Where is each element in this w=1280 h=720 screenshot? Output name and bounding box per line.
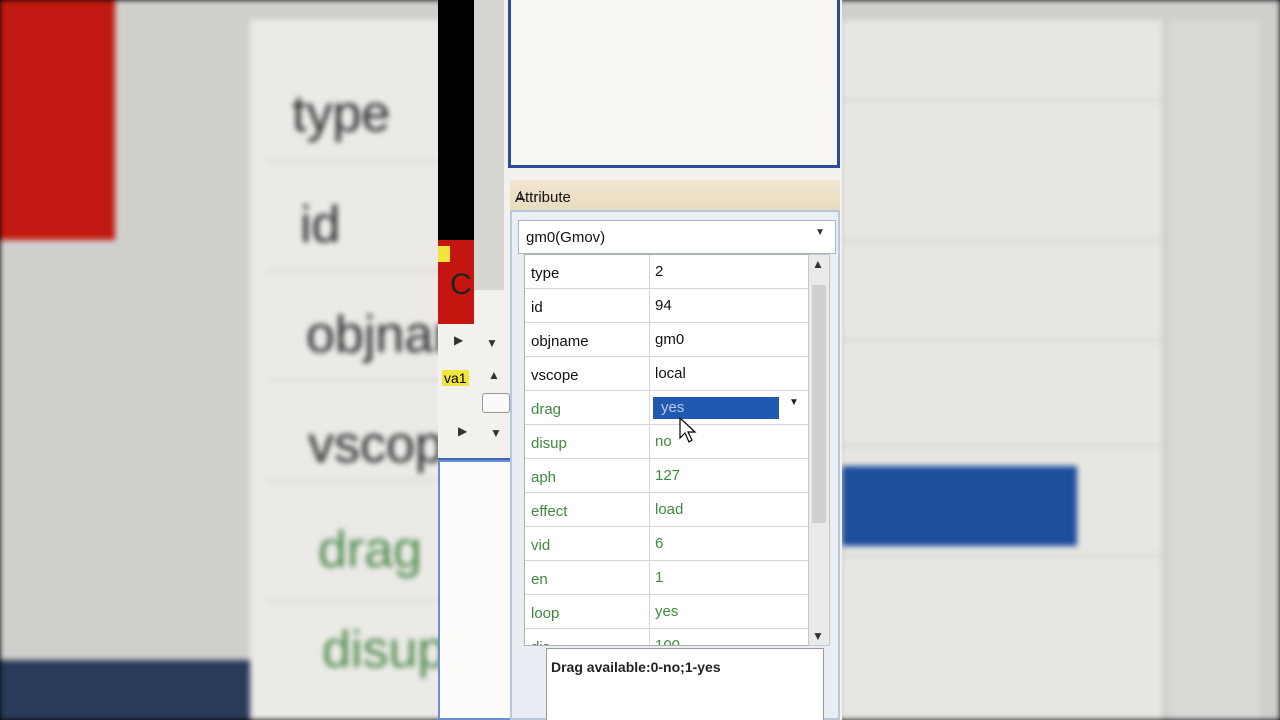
property-row[interactable]: dis100: [525, 629, 809, 645]
black-canvas-pane: [438, 0, 474, 240]
blurred-scrollbar: [1170, 20, 1260, 720]
pin-icon[interactable]: ⊥: [515, 188, 830, 204]
blurred-label-id: id: [300, 196, 341, 254]
play-arrow-icon[interactable]: ▶: [454, 333, 463, 347]
mouse-cursor-icon: [679, 416, 697, 443]
object-select-value: gm0(Gmov): [526, 229, 606, 246]
property-grid-scrollbar[interactable]: ▲ ▼: [808, 254, 830, 646]
attribute-panel-header: Attribute ⊥: [510, 180, 840, 210]
scroll-down-icon[interactable]: ▼: [812, 629, 824, 643]
object-select-dropdown[interactable]: gm0(Gmov) ▼: [518, 220, 836, 254]
blurred-label-objname: objname: [306, 306, 446, 364]
property-row[interactable]: type 2: [525, 255, 809, 289]
property-row[interactable]: disup no: [525, 425, 809, 459]
blurred-label-drag: drag: [318, 521, 423, 579]
play-arrow-icon-2[interactable]: ▶: [458, 424, 467, 438]
left-scrollbar[interactable]: [474, 0, 504, 290]
blurred-label-vscope: vscope: [308, 416, 448, 474]
variable-label: va1: [442, 370, 469, 386]
property-row[interactable]: loop yes: [525, 595, 809, 629]
chevron-down-icon[interactable]: ▼: [789, 397, 799, 408]
lower-pane: [438, 460, 518, 720]
scrollbar-thumb[interactable]: [812, 285, 826, 523]
property-description-box: Drag available:0-no;1-yes: [546, 648, 824, 720]
background-right-panel: [842, 20, 1162, 720]
property-row[interactable]: vscope local: [525, 357, 809, 391]
chevron-down-icon[interactable]: ▼: [486, 336, 498, 350]
app-window-strip: C ▶ ▼ va1 ▲ ▶ ▼ 📌 Attribute ⊥ gm0(Gmov) …: [438, 0, 842, 720]
property-row[interactable]: effect load: [525, 493, 809, 527]
property-row-selected[interactable]: drag yes ▼: [525, 391, 809, 425]
preview-pane: [508, 0, 840, 168]
property-row[interactable]: aph 127: [525, 459, 809, 493]
chevron-down-icon-2[interactable]: ▼: [490, 426, 502, 440]
property-row[interactable]: id 94: [525, 289, 809, 323]
chevron-down-icon[interactable]: ▼: [815, 227, 825, 238]
blurred-label-disup: disup: [322, 621, 447, 679]
property-row[interactable]: vid 6: [525, 527, 809, 561]
dark-panel-bar: [0, 660, 250, 720]
property-grid: type 2 id 94 objname gm0 vscope local drag ye…: [524, 254, 810, 646]
chevron-up-icon[interactable]: ▲: [488, 368, 500, 382]
scroll-up-icon[interactable]: ▲: [812, 257, 824, 271]
property-description: Drag available:0-no;1-yes: [551, 659, 721, 675]
red-variable-block: [0, 0, 115, 240]
property-row[interactable]: en 1: [525, 561, 809, 595]
property-row[interactable]: objname gm0: [525, 323, 809, 357]
list-icon[interactable]: [482, 393, 510, 413]
variable-block-fragment: C: [438, 240, 474, 324]
blurred-label-type: type: [292, 85, 391, 143]
blurred-selected-value: [842, 466, 1077, 546]
